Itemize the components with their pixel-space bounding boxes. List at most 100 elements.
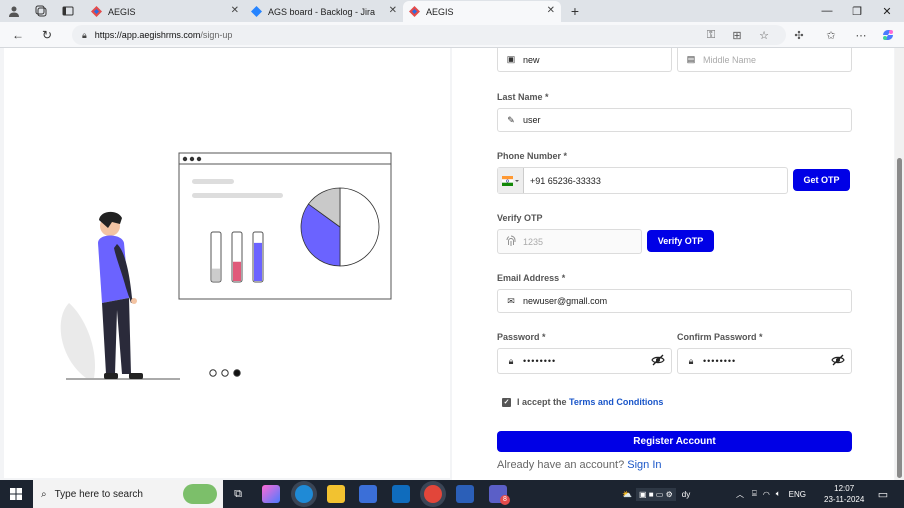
verify-otp-label: Verify OTP bbox=[497, 213, 543, 223]
fingerprint-icon bbox=[504, 235, 518, 249]
india-flag-icon bbox=[501, 175, 519, 186]
terms-checkbox[interactable]: ✓ bbox=[502, 397, 511, 407]
wifi-icon[interactable]: ◠ bbox=[763, 490, 770, 499]
word-icon[interactable] bbox=[456, 485, 474, 503]
teams-icon[interactable]: 8 bbox=[489, 485, 510, 505]
password-label: Password * bbox=[497, 332, 546, 342]
close-tab-icon[interactable]: ✕ bbox=[231, 5, 239, 16]
terms-link[interactable]: Terms and Conditions bbox=[569, 397, 663, 407]
weather-icon: ⛅ bbox=[622, 489, 632, 499]
url-field[interactable]: 🔒︎ https://app.aegishrms.com/sign-up bbox=[72, 25, 786, 45]
more-menu-icon[interactable]: ⋯ bbox=[850, 22, 872, 48]
clock-date: 23-11-2024 bbox=[824, 495, 865, 504]
scrollbar-thumb[interactable] bbox=[897, 158, 902, 478]
clock-time: 12:07 bbox=[834, 484, 855, 493]
notifications-icon[interactable]: ▭ bbox=[872, 480, 894, 508]
first-name-value: new bbox=[523, 54, 540, 65]
favorite-star-icon[interactable]: ☆ bbox=[753, 22, 775, 48]
windows-taskbar: ⌕ Type here to search ⧉ 8 ⛅ ▣ ■ ▭ ⚙ dy ︿… bbox=[0, 480, 904, 508]
search-highlight-icon bbox=[183, 484, 217, 504]
volume-icon[interactable]: 🔈︎ bbox=[776, 489, 781, 499]
verify-otp-button[interactable]: Verify OTP bbox=[647, 230, 714, 252]
illustration-panel bbox=[4, 48, 450, 478]
otp-field[interactable]: 1235 bbox=[497, 229, 642, 254]
phone-label: Phone Number * bbox=[497, 151, 568, 161]
register-account-button[interactable]: Register Account bbox=[497, 431, 852, 452]
tab-aegis-active[interactable]: AEGIS ✕ bbox=[403, 1, 561, 22]
app-available-icon[interactable]: ⊞ bbox=[726, 22, 748, 48]
tab-title: AEGIS bbox=[426, 6, 454, 17]
close-tab-icon[interactable]: ✕ bbox=[389, 5, 397, 16]
tab-actions-icon[interactable] bbox=[57, 0, 79, 22]
workspaces-icon[interactable] bbox=[30, 0, 52, 22]
search-placeholder: Type here to search bbox=[54, 488, 143, 500]
refresh-icon[interactable]: ↻ bbox=[35, 22, 59, 48]
restore-icon[interactable]: ❐ bbox=[842, 0, 872, 22]
profile-icon[interactable] bbox=[3, 0, 25, 22]
outlook-icon[interactable] bbox=[392, 485, 410, 503]
system-tray: ︿ ⌸ ◠ 🔈︎ ENG bbox=[736, 480, 806, 508]
first-name-field[interactable]: ▣ new bbox=[497, 48, 672, 72]
language-indicator[interactable]: ENG bbox=[789, 490, 806, 499]
confirm-password-label: Confirm Password * bbox=[677, 332, 763, 342]
email-value: newuser@gmall.com bbox=[523, 296, 608, 306]
tab-aegis-1[interactable]: AEGIS ✕ bbox=[85, 1, 245, 22]
terms-row: ✓ I accept the Terms and Conditions bbox=[502, 397, 663, 407]
phone-field[interactable]: +91 65236-33333 bbox=[497, 167, 788, 194]
windows-start-icon[interactable] bbox=[0, 480, 32, 508]
store-icon[interactable] bbox=[359, 485, 377, 503]
country-code-selector[interactable] bbox=[498, 168, 524, 193]
email-field[interactable]: ✉ newuser@gmall.com bbox=[497, 289, 852, 313]
illustration-bar-fill bbox=[212, 268, 220, 281]
phone-value: +91 65236-33333 bbox=[530, 175, 601, 186]
taskbar-search[interactable]: ⌕ Type here to search bbox=[33, 480, 223, 508]
favorites-icon[interactable]: ✩ bbox=[820, 22, 842, 48]
extensions-icon[interactable]: ✣ bbox=[788, 22, 810, 48]
clock[interactable]: 12:07 23-11-2024 bbox=[824, 480, 864, 508]
get-otp-button[interactable]: Get OTP bbox=[793, 169, 850, 191]
task-view-icon[interactable]: ⧉ bbox=[228, 480, 248, 508]
confirm-password-field[interactable]: 🔒︎ •••••••• bbox=[677, 348, 852, 374]
close-window-icon[interactable]: ✕ bbox=[872, 0, 902, 22]
chevron-up-icon[interactable]: ︿ bbox=[736, 489, 744, 500]
back-icon[interactable]: ← bbox=[6, 22, 30, 48]
copilot-icon[interactable] bbox=[877, 22, 899, 48]
last-name-value: user bbox=[523, 115, 541, 125]
carousel-dot[interactable] bbox=[233, 369, 241, 377]
copilot-taskbar-icon[interactable] bbox=[262, 485, 280, 503]
address-bar-row: ← ↻ 🔒︎ https://app.aegishrms.com/sign-up… bbox=[0, 22, 904, 48]
edge-taskbar-icon[interactable] bbox=[295, 485, 313, 503]
file-explorer-icon[interactable] bbox=[327, 485, 345, 503]
middle-name-field[interactable]: ▤ Middle Name bbox=[677, 48, 852, 72]
login-prompt-row: Already have an account? Sign In bbox=[497, 459, 662, 471]
carousel-dot[interactable] bbox=[221, 369, 229, 377]
id-card-icon: ▤ bbox=[686, 54, 696, 64]
last-name-label: Last Name * bbox=[497, 92, 549, 102]
eye-off-icon[interactable] bbox=[831, 354, 845, 366]
browser-tab-bar: AEGIS ✕ AGS board - Backlog - Jira ✕ AEG… bbox=[0, 0, 904, 22]
network-icon[interactable]: ⌸ bbox=[752, 489, 757, 499]
page-scrollbar[interactable] bbox=[895, 48, 904, 480]
tab-jira[interactable]: AGS board - Backlog - Jira ✕ bbox=[245, 1, 403, 22]
password-value: •••••••• bbox=[523, 356, 557, 366]
sign-in-link[interactable]: Sign In bbox=[627, 459, 661, 471]
tab-title: AGS board - Backlog - Jira bbox=[268, 6, 376, 17]
lock-icon: 🔒︎ bbox=[688, 355, 694, 366]
carousel-dot[interactable] bbox=[209, 369, 217, 377]
chrome-icon[interactable] bbox=[424, 485, 442, 503]
mail-icon: ✉ bbox=[507, 295, 515, 306]
aegis-favicon-icon bbox=[409, 6, 420, 17]
illustration-bar-fill bbox=[254, 242, 262, 281]
eye-off-icon[interactable] bbox=[651, 354, 665, 366]
weather-text: dy bbox=[681, 489, 691, 499]
signup-illustration bbox=[60, 152, 392, 380]
new-tab-button[interactable]: + bbox=[564, 0, 586, 22]
otp-placeholder: 1235 bbox=[523, 236, 544, 247]
close-tab-icon[interactable]: ✕ bbox=[547, 5, 555, 16]
password-field[interactable]: 🔒︎ •••••••• bbox=[497, 348, 672, 374]
weather-widget[interactable]: ⛅ ▣ ■ ▭ ⚙ dy bbox=[622, 480, 690, 508]
key-icon[interactable]: ⚿ bbox=[700, 22, 722, 48]
minimize-icon[interactable]: — bbox=[812, 0, 842, 22]
last-name-field[interactable]: ✎ user bbox=[497, 108, 852, 132]
middle-name-placeholder: Middle Name bbox=[703, 54, 757, 65]
